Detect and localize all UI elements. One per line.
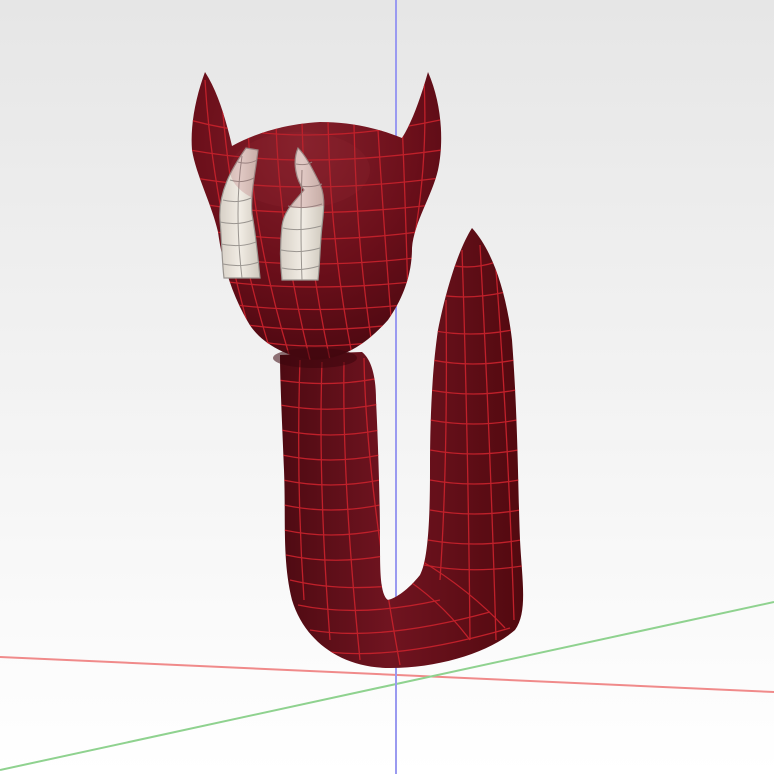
viewport-canvas[interactable]	[0, 0, 774, 774]
neck-shadow	[273, 348, 357, 368]
3d-viewport[interactable]	[0, 0, 774, 774]
head-highlight	[230, 132, 370, 208]
